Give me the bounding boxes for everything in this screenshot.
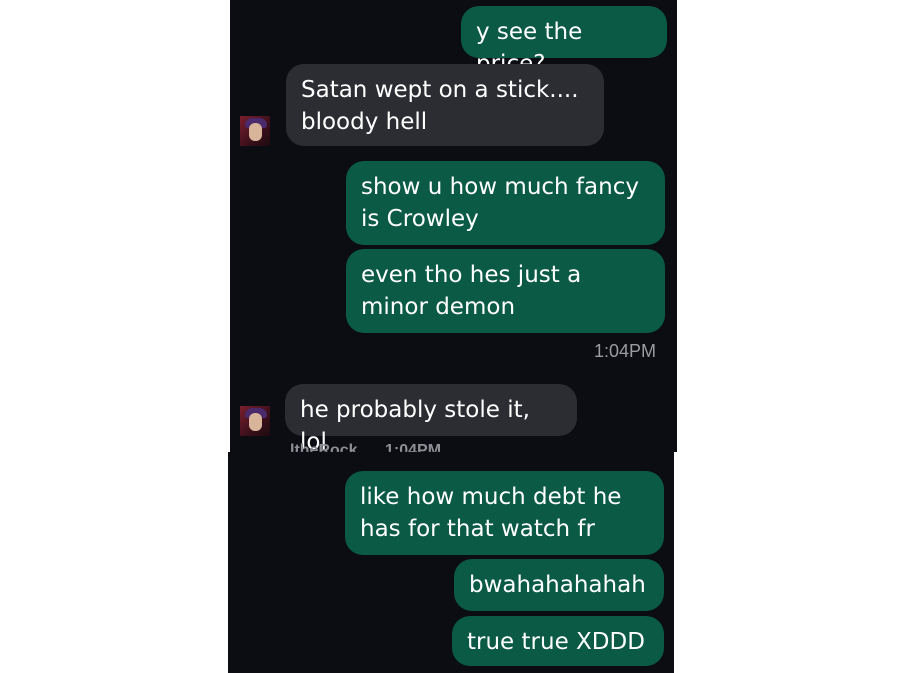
message-bubble-outgoing[interactable]: true true XDDD — [452, 616, 664, 666]
message-bubble-incoming[interactable]: Satan wept on a stick.... bloody hell — [286, 64, 604, 146]
message-bubble-incoming[interactable]: he probably stole it, lol — [285, 384, 577, 452]
contact-avatar[interactable] — [240, 406, 270, 436]
message-bubble-outgoing[interactable]: like how much debt he has for that watch… — [345, 471, 664, 555]
chat-panel-top: y see the price? Satan wept on a stick..… — [230, 0, 677, 452]
chat-panel-bottom: like how much debt he has for that watch… — [228, 452, 674, 673]
message-timestamp: 1:04PM — [594, 341, 657, 361]
message-bubble-outgoing[interactable]: y see the price? — [461, 6, 667, 77]
message-bubble-outgoing[interactable]: bwahahahahah — [454, 559, 664, 611]
timestamp-cutoff: 1:04PM — [385, 442, 442, 452]
message-bubble-outgoing[interactable]: show u how much fancy is Crowley — [346, 161, 665, 245]
contact-avatar[interactable] — [240, 116, 270, 146]
message-bubble-outgoing[interactable]: even tho hes just a minor demon — [346, 249, 665, 333]
sender-name-cutoff: ltheRock — [290, 442, 358, 452]
